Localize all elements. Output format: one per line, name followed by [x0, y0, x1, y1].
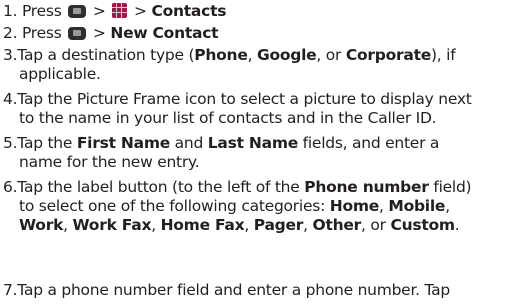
- step-text: ,: [303, 216, 313, 234]
- other-label: Other: [312, 216, 362, 234]
- phone-number-label: Phone number: [304, 178, 429, 196]
- corporate-label: Corporate: [345, 46, 431, 64]
- menu-key-icon: [68, 27, 87, 40]
- step-number: 7.: [3, 281, 18, 299]
- step-4: 4.Tap the Picture Frame icon to select a…: [3, 90, 472, 128]
- work-label: Work: [19, 216, 64, 234]
- step-text: Tap the label button (to the left of the: [17, 178, 305, 196]
- step-number: 4.: [3, 90, 18, 108]
- step-text: .: [454, 216, 460, 234]
- step-number: 2.: [3, 24, 18, 42]
- step-text: Press: [21, 2, 62, 20]
- apps-grid-icon: [112, 3, 128, 18]
- mobile-label: Mobile: [388, 197, 446, 215]
- step-text: ), if: [431, 46, 456, 64]
- home-key-icon: [68, 5, 87, 18]
- first-name-label: First Name: [76, 134, 170, 152]
- separator: >: [134, 2, 147, 20]
- step-6: 6.Tap the label button (to the left of t…: [3, 178, 472, 235]
- step-text: fields, and enter a: [297, 134, 440, 152]
- step-text: ,: [445, 197, 450, 215]
- step-text: ,: [379, 197, 389, 215]
- step-text: , or: [361, 216, 391, 234]
- step-text: Press: [21, 24, 62, 42]
- step-text: field): [428, 178, 472, 196]
- pager-label: Pager: [253, 216, 304, 234]
- step-1: 1. Press > > Contacts: [3, 2, 226, 21]
- step-text: ,: [151, 216, 161, 234]
- step-text: ,: [247, 46, 257, 64]
- step-7: 7.Tap a phone number field and enter a p…: [3, 281, 450, 300]
- step-text: name for the new entry.: [19, 153, 200, 171]
- step-text: , or: [316, 46, 346, 64]
- custom-label: Custom: [390, 216, 455, 234]
- google-label: Google: [256, 46, 317, 64]
- last-name-label: Last Name: [207, 134, 298, 152]
- instruction-list: 1. Press > > Contacts 2. Press > New Con…: [0, 0, 526, 304]
- step-3: 3.Tap a destination type (Phone, Google,…: [3, 46, 456, 84]
- home-label: Home: [329, 197, 380, 215]
- step-text: ,: [63, 216, 73, 234]
- step-text: Tap the Picture Frame icon to select a p…: [17, 90, 472, 108]
- step-5: 5.Tap the First Name and Last Name field…: [3, 134, 439, 172]
- step-number: 5.: [3, 134, 18, 152]
- separator: >: [92, 24, 106, 42]
- separator: >: [92, 2, 106, 20]
- step-text: ,: [244, 216, 254, 234]
- step-number: 1.: [3, 2, 18, 20]
- home-fax-label: Home Fax: [160, 216, 245, 234]
- step-2: 2. Press > New Contact: [3, 24, 219, 43]
- phone-label: Phone: [194, 46, 248, 64]
- step-text: and: [170, 134, 208, 152]
- step-number: 3.: [3, 46, 18, 64]
- step-text: to the name in your list of contacts and…: [19, 109, 437, 127]
- step-text: to select one of the following categorie…: [19, 197, 330, 215]
- new-contact-label: New Contact: [110, 24, 219, 42]
- work-fax-label: Work Fax: [72, 216, 152, 234]
- step-text: applicable.: [19, 65, 101, 83]
- contacts-label: Contacts: [151, 2, 227, 20]
- step-number: 6.: [3, 178, 18, 196]
- step-text: Tap the: [17, 134, 77, 152]
- step-text: Tap a phone number field and enter a pho…: [17, 281, 450, 299]
- step-text: Tap a destination type (: [17, 46, 195, 64]
